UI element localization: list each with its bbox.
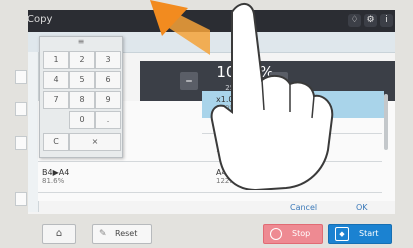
zoom-increase-button[interactable]: + (270, 72, 288, 90)
home-icon: ⌂ (55, 228, 63, 239)
preset-x1-sub: 100% (216, 104, 237, 112)
key-decimal[interactable]: . (95, 111, 121, 129)
side-button[interactable] (15, 192, 27, 206)
key-6[interactable]: 6 (95, 71, 121, 89)
numeric-keypad[interactable]: ≡ 1 2 3 4 5 6 7 8 9 0 . C × (39, 36, 123, 158)
cancel-button[interactable]: Cancel (290, 203, 317, 212)
stop-label: Stop (292, 229, 311, 238)
keypad-drag-handle[interactable]: ≡ (40, 37, 122, 47)
info-icon[interactable]: i (380, 14, 393, 27)
ok-button[interactable]: OK (356, 203, 368, 212)
key-1[interactable]: 1 (43, 51, 69, 69)
reset-button[interactable]: ✎ Reset (92, 224, 152, 244)
preset-b4-a4-label: B4▶A4 (42, 168, 70, 177)
preset-b4-a4-sub: 81.6% (42, 177, 65, 185)
key-close[interactable]: × (69, 133, 121, 151)
preset-x1: x1.0 100% (216, 95, 236, 112)
stop-icon (270, 228, 282, 240)
preset-b4-a3-sub: 115.4% (216, 146, 243, 154)
preset-b4-a3[interactable]: B4▶A3 B5▶A4 115.4% (216, 137, 273, 154)
preset-b4-a3-label: B4▶A3 B5▶A4 (216, 137, 274, 146)
table-divider (202, 133, 382, 134)
key-4[interactable]: 4 (43, 71, 69, 89)
app-title: Copy (28, 14, 53, 25)
title-bar: Copy ♢ ⚙ i (28, 10, 395, 32)
key-3[interactable]: 3 (95, 51, 121, 69)
preset-a4-b4[interactable]: A4▶B4 122.4% (216, 168, 243, 185)
start-button[interactable]: ◆ Start (328, 224, 392, 244)
copier-panel: Copy ♢ ⚙ i – 100.0% 25.0 - 400.0 % + x1.… (0, 0, 413, 248)
key-5[interactable]: 5 (69, 71, 95, 89)
side-button[interactable] (15, 136, 27, 150)
reset-icon: ✎ (99, 229, 107, 239)
home-button[interactable]: ⌂ (42, 224, 76, 244)
preset-x1-label: x1.0 (216, 95, 234, 104)
table-divider (38, 192, 382, 193)
preset-a4-b4-label: A4▶B4 (216, 168, 244, 177)
key-7[interactable]: 7 (43, 91, 69, 109)
bell-icon[interactable]: ♢ (348, 14, 361, 27)
start-label: Start (359, 229, 379, 238)
settings-icon[interactable]: ⚙ (364, 14, 377, 27)
key-clear[interactable]: C (43, 133, 69, 151)
reset-label: Reset (115, 229, 138, 238)
table-divider (38, 161, 382, 162)
start-icon: ◆ (335, 227, 349, 241)
preset-a4-b4-sub: 122.4% (216, 177, 243, 185)
side-button[interactable] (15, 70, 27, 84)
enlarge-heading: Enlarge (216, 123, 243, 131)
side-button[interactable] (15, 102, 27, 116)
key-9[interactable]: 9 (95, 91, 121, 109)
scrollbar[interactable] (384, 94, 388, 150)
key-2[interactable]: 2 (69, 51, 95, 69)
stop-button[interactable]: Stop (263, 224, 323, 244)
key-8[interactable]: 8 (69, 91, 95, 109)
key-0[interactable]: 0 (69, 111, 95, 129)
preset-b4-a4[interactable]: B4▶A4 81.6% (42, 168, 69, 185)
